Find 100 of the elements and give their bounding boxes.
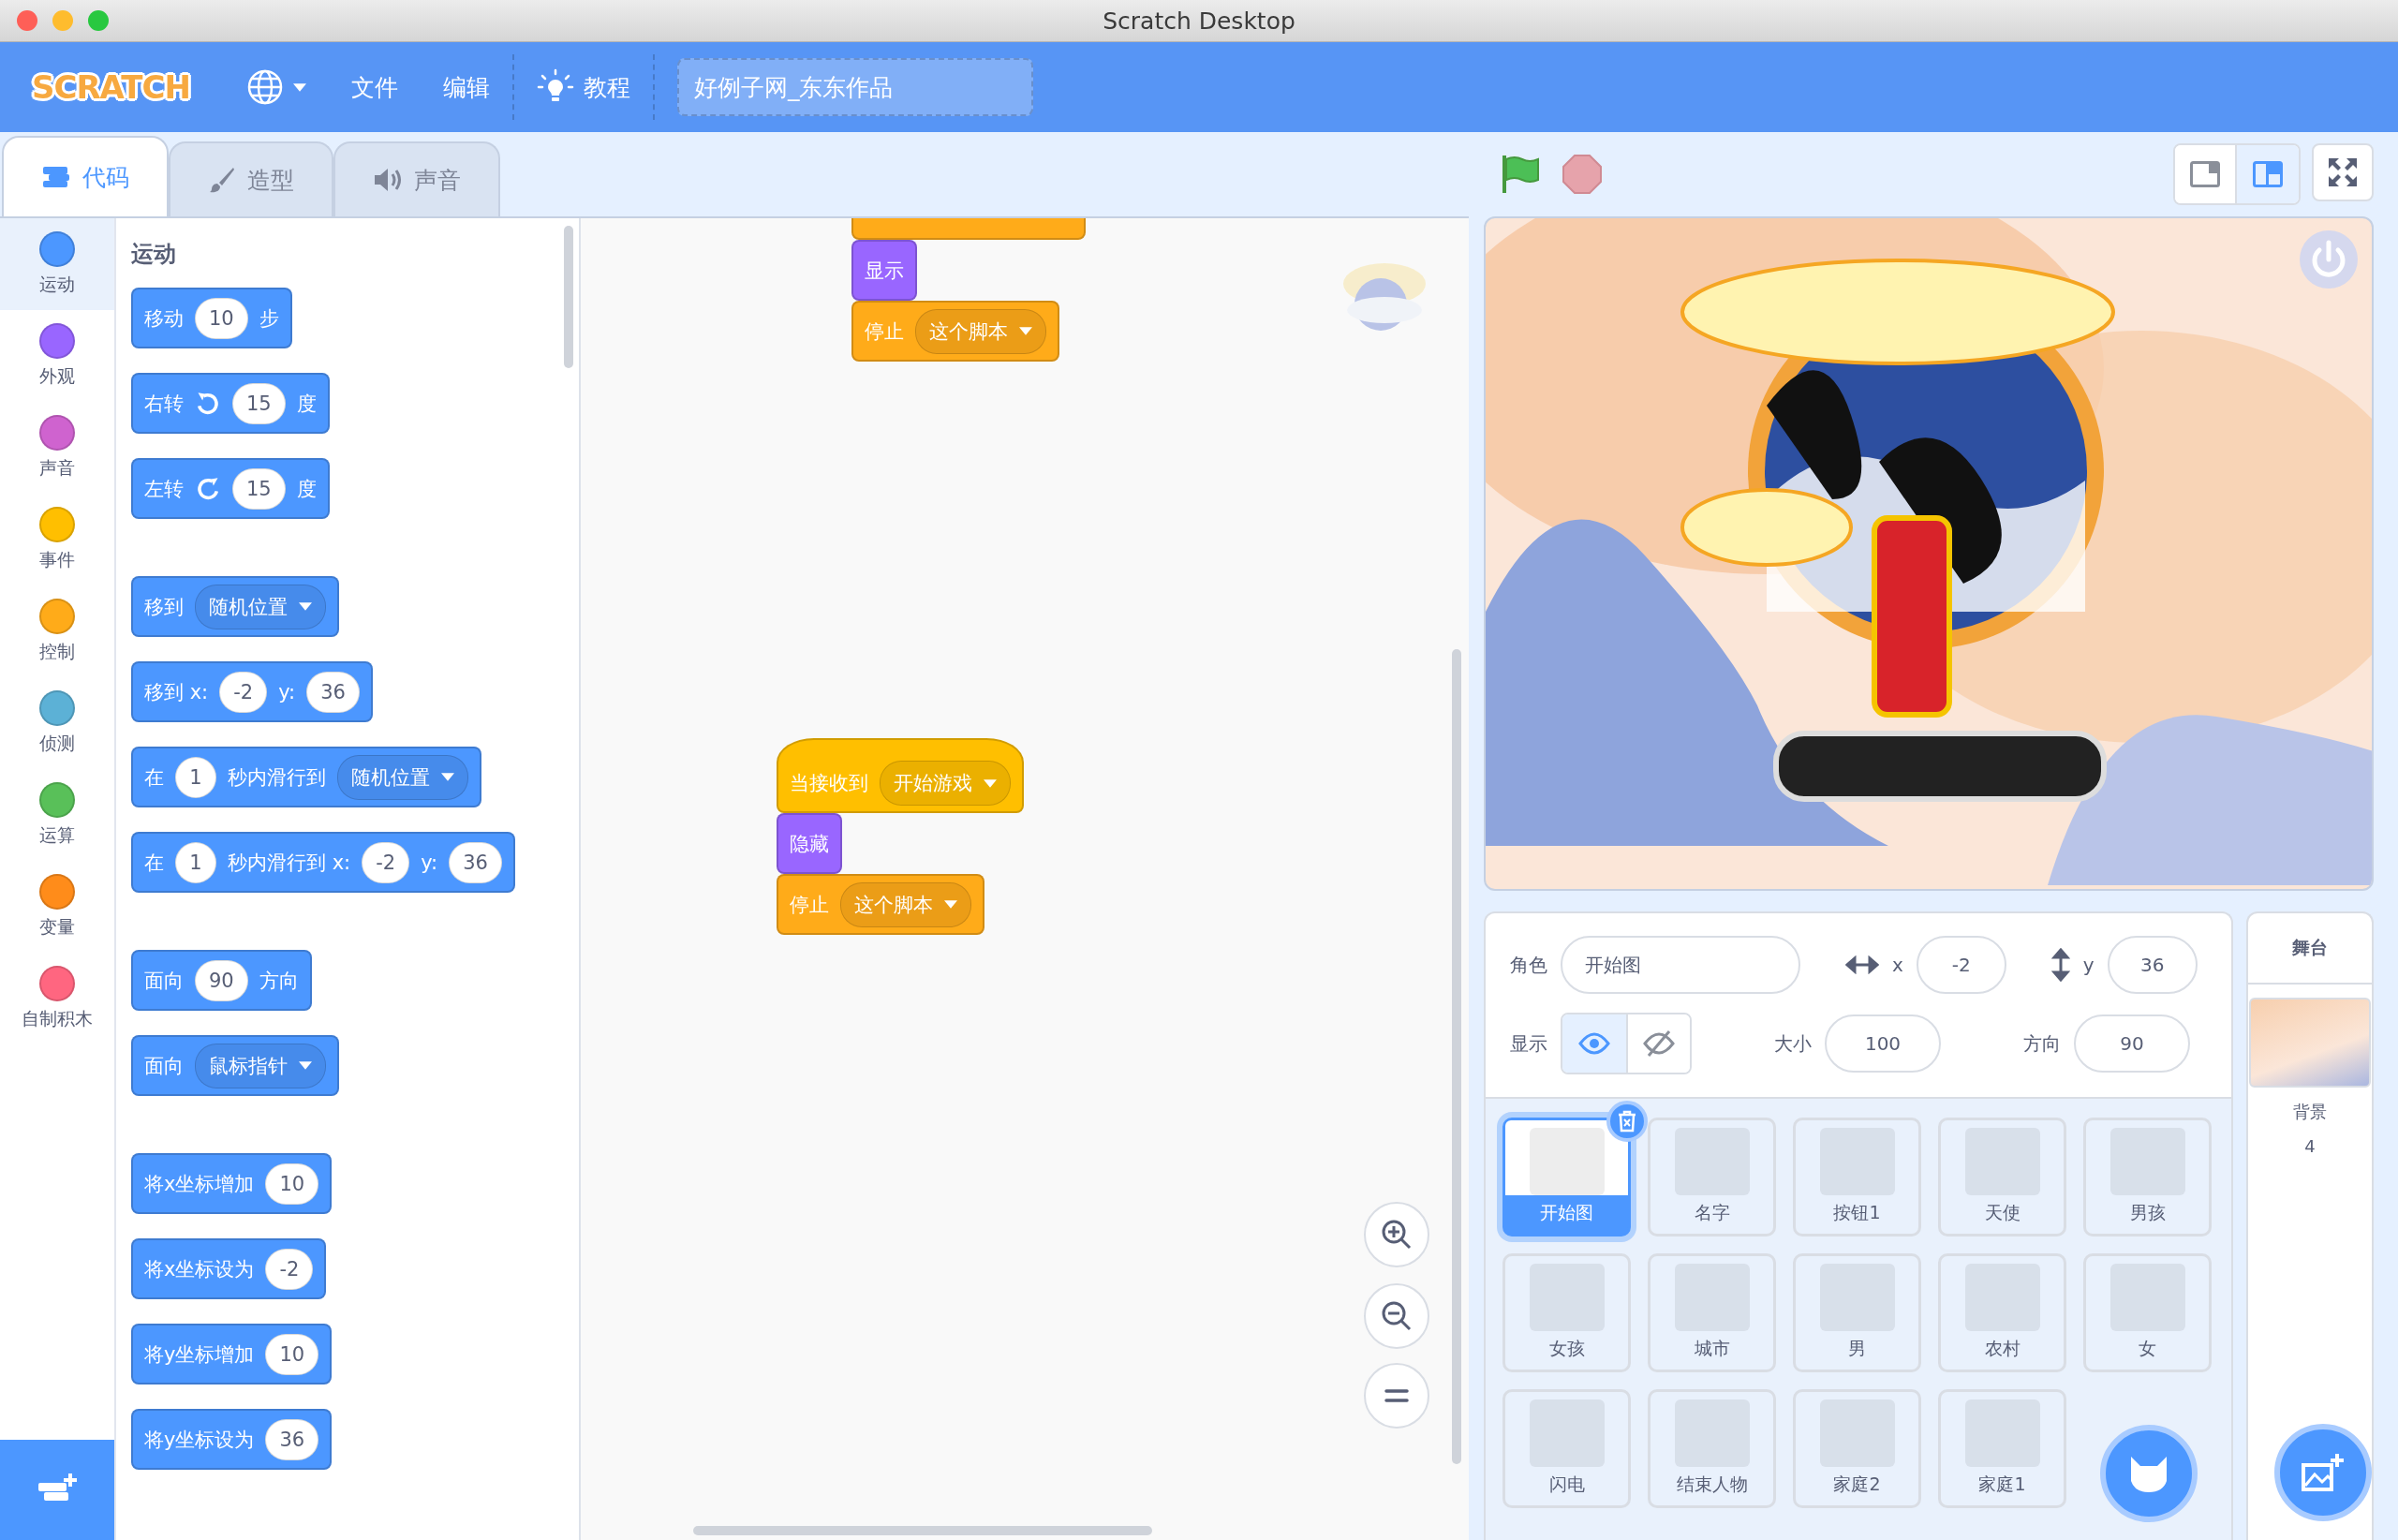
- sprite-tile[interactable]: 名字: [1648, 1118, 1776, 1236]
- code-block[interactable]: 移到 随机位置: [131, 576, 339, 637]
- number-input[interactable]: 10: [265, 1333, 319, 1375]
- dropdown-menu[interactable]: 随机位置: [337, 754, 468, 800]
- eye-icon: [1578, 1032, 1610, 1055]
- backdrop-thumbnail[interactable]: [2249, 998, 2371, 1088]
- code-block[interactable]: 在 1 秒内滑行到 x: -2 y: 36: [131, 832, 515, 893]
- backdrops-count: 4: [2304, 1136, 2316, 1156]
- block-label: 移到: [144, 594, 184, 620]
- code-block[interactable]: 右转 15 度: [131, 373, 330, 434]
- category-item[interactable]: 事件: [0, 494, 114, 585]
- number-input[interactable]: 90: [195, 959, 248, 1001]
- sprite-tile[interactable]: 结束人物: [1648, 1389, 1776, 1508]
- caret-icon: [984, 778, 997, 788]
- normal-stage-button[interactable]: [2237, 145, 2299, 203]
- category-item[interactable]: 控制: [0, 585, 114, 677]
- number-input[interactable]: -2: [265, 1248, 314, 1290]
- fullscreen-button[interactable]: [2312, 143, 2374, 201]
- category-item[interactable]: 变量: [0, 861, 114, 953]
- code-block[interactable]: 移动 10 步: [131, 288, 292, 348]
- sprite-tile[interactable]: 女孩: [1502, 1253, 1631, 1372]
- code-block[interactable]: 隐藏: [777, 813, 842, 874]
- number-input[interactable]: 36: [449, 841, 502, 883]
- sprite-name: 城市: [1694, 1337, 1730, 1360]
- number-input[interactable]: 15: [232, 382, 286, 424]
- block-label: 将y坐标增加: [144, 1341, 255, 1368]
- globe-icon: [245, 68, 284, 106]
- add-extension-button[interactable]: [0, 1440, 114, 1540]
- code-block[interactable]: 将x坐标增加 10: [131, 1153, 333, 1214]
- sprite-label: 角色: [1510, 952, 1547, 978]
- number-input[interactable]: 15: [232, 467, 286, 510]
- show-sprite-button[interactable]: [1562, 1014, 1626, 1073]
- stop-button[interactable]: [1562, 155, 1602, 194]
- scrollbar[interactable]: [1452, 649, 1461, 1464]
- sprite-name: 天使: [1984, 1201, 2021, 1224]
- sprite-name-field[interactable]: 开始图: [1561, 936, 1800, 994]
- hide-sprite-button[interactable]: [1626, 1014, 1690, 1073]
- small-stage-button[interactable]: [2175, 145, 2237, 203]
- number-input[interactable]: 1: [175, 756, 216, 798]
- scrollbar[interactable]: [564, 226, 573, 368]
- block-label: 在: [144, 850, 164, 876]
- x-field[interactable]: -2: [1916, 936, 2006, 994]
- zoom-button[interactable]: [88, 10, 109, 31]
- caret-icon: [299, 602, 312, 611]
- sprite-tile[interactable]: 天使: [1938, 1118, 2066, 1236]
- category-item[interactable]: 自制积木: [0, 953, 114, 1044]
- block-label: 将y坐标设为: [144, 1427, 255, 1453]
- power-icon: [2299, 230, 2359, 289]
- sprite-name: 农村: [1984, 1337, 2021, 1360]
- sprite-name: 男: [1848, 1337, 1866, 1360]
- trash-icon: [1617, 1110, 1637, 1133]
- sprite-name: 女: [2139, 1337, 2156, 1360]
- delete-button[interactable]: [1606, 1101, 1648, 1142]
- sprite-tile[interactable]: 家庭2: [1793, 1389, 1921, 1508]
- number-input[interactable]: 10: [265, 1162, 319, 1205]
- direction-field[interactable]: 90: [2074, 1014, 2190, 1073]
- flag-icon: [1501, 154, 1540, 195]
- normal-stage-icon: [2253, 161, 2283, 187]
- number-input[interactable]: -2: [362, 841, 410, 883]
- category-heading: 运动: [131, 240, 177, 269]
- sprite-tile[interactable]: 按钮1: [1793, 1118, 1921, 1236]
- code-block[interactable]: 在 1 秒内滑行到 随机位置: [131, 747, 481, 807]
- hidden-eye-icon: [1643, 1029, 1675, 1058]
- dropdown-menu[interactable]: 鼠标指针: [195, 1043, 326, 1088]
- category-item[interactable]: 声音: [0, 402, 114, 494]
- number-input[interactable]: 10: [195, 297, 248, 339]
- code-block[interactable]: 将x坐标设为 -2: [131, 1238, 327, 1299]
- category-item[interactable]: 侦测: [0, 677, 114, 769]
- close-button[interactable]: [17, 10, 37, 31]
- number-input[interactable]: -2: [219, 671, 268, 713]
- block-label: 秒内滑行到: [228, 764, 326, 791]
- category-item[interactable]: 外观: [0, 310, 114, 402]
- code-block[interactable]: 左转 15 度: [131, 458, 330, 519]
- category-item[interactable]: 运动: [0, 218, 114, 310]
- sprite-tile[interactable]: 女: [2083, 1253, 2212, 1372]
- code-block[interactable]: 面向 90 方向: [131, 950, 312, 1011]
- dropdown-menu[interactable]: 随机位置: [195, 584, 326, 629]
- sprite-tile[interactable]: 农村: [1938, 1253, 2066, 1372]
- y-field[interactable]: 36: [2107, 936, 2198, 994]
- sprite-tile[interactable]: 男孩: [2083, 1118, 2212, 1236]
- code-block[interactable]: 将y坐标增加 10: [131, 1324, 333, 1385]
- show-label: 显示: [1510, 1030, 1547, 1057]
- category-item[interactable]: 运算: [0, 769, 114, 861]
- sprite-tile[interactable]: 闪电: [1502, 1389, 1631, 1508]
- sprite-tile[interactable]: 城市: [1648, 1253, 1776, 1372]
- number-input[interactable]: 36: [265, 1418, 319, 1460]
- run-flag-button[interactable]: [1501, 154, 1540, 195]
- code-block[interactable]: 将y坐标设为 36: [131, 1409, 333, 1470]
- block-label: 度: [296, 391, 317, 417]
- number-input[interactable]: 1: [175, 841, 216, 883]
- caret-icon: [292, 82, 306, 92]
- sprite-tile[interactable]: 男: [1793, 1253, 1921, 1372]
- scrollbar[interactable]: [693, 1526, 1152, 1535]
- number-input[interactable]: 36: [306, 671, 360, 713]
- code-block[interactable]: 移到 x: -2 y: 36: [131, 661, 373, 722]
- code-block[interactable]: 面向 鼠标指针: [131, 1035, 339, 1096]
- sprite-tile[interactable]: 家庭1: [1938, 1389, 2066, 1508]
- code-blocks-icon: [41, 165, 71, 189]
- code-block[interactable]: 显示: [851, 240, 917, 301]
- size-field[interactable]: 100: [1825, 1014, 1941, 1073]
